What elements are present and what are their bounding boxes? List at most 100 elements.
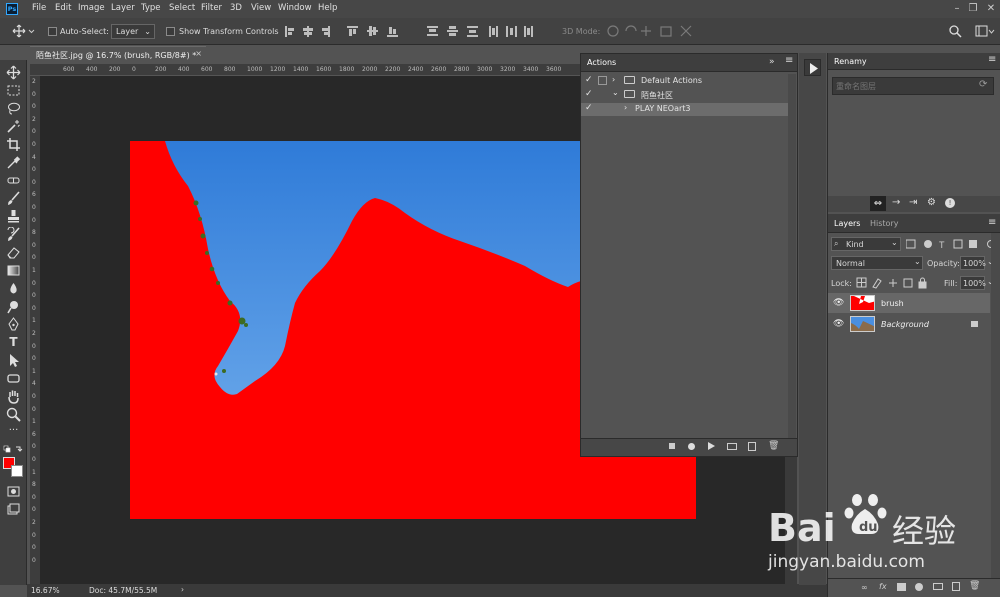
menu-edit[interactable]: Edit bbox=[55, 3, 71, 13]
trash-icon[interactable]: 🗑 bbox=[768, 441, 779, 451]
renamy-search-input[interactable] bbox=[836, 80, 966, 93]
screen-mode-icon[interactable] bbox=[6, 502, 21, 517]
layer-name[interactable]: brush bbox=[881, 299, 904, 308]
chevron-right-icon[interactable]: › bbox=[624, 103, 627, 112]
toggle-check-icon[interactable]: ✓ bbox=[585, 75, 593, 85]
layer-filter-icons[interactable]: T bbox=[906, 238, 996, 250]
menu-image[interactable]: Image bbox=[78, 3, 105, 13]
menu-icon[interactable]: ≡ bbox=[785, 55, 793, 66]
crop-icon[interactable] bbox=[6, 137, 21, 152]
new-layer-icon[interactable] bbox=[952, 582, 960, 591]
close-icon[interactable]: ✕ bbox=[984, 2, 998, 16]
gradient-icon[interactable] bbox=[6, 263, 21, 278]
marquee-icon[interactable] bbox=[6, 83, 21, 98]
eye-icon[interactable]: 👁 bbox=[833, 319, 844, 329]
stamp-icon[interactable] bbox=[6, 209, 21, 224]
refresh-icon[interactable]: ⟳ bbox=[979, 79, 987, 90]
tab-history[interactable]: History bbox=[870, 219, 898, 228]
lock-options[interactable] bbox=[856, 277, 928, 289]
dialog-toggle-icon[interactable] bbox=[598, 76, 607, 85]
lasso-icon[interactable] bbox=[6, 101, 21, 116]
play-icon[interactable] bbox=[708, 442, 715, 450]
swap-default-colors-icon[interactable] bbox=[3, 445, 23, 455]
blur-icon[interactable] bbox=[6, 281, 21, 296]
actions-scrollbar[interactable] bbox=[788, 74, 796, 438]
tab-layers[interactable]: Layers bbox=[834, 219, 860, 228]
renamy-search-field[interactable]: ⟳ bbox=[832, 77, 994, 95]
more-tools-icon[interactable]: ··· bbox=[6, 425, 21, 440]
restore-icon[interactable]: ❐ bbox=[966, 2, 980, 16]
status-menu-arrow[interactable]: › bbox=[181, 585, 184, 594]
shape-icon[interactable] bbox=[6, 371, 21, 386]
move-icon[interactable] bbox=[12, 24, 36, 38]
eraser-icon[interactable] bbox=[6, 245, 21, 260]
adjustment-icon[interactable] bbox=[915, 583, 923, 591]
chevron-right-icon[interactable]: › bbox=[612, 75, 615, 84]
menu-3d[interactable]: 3D bbox=[230, 3, 242, 13]
menu-icon[interactable]: ≡ bbox=[988, 217, 996, 228]
magic-wand-icon[interactable] bbox=[6, 119, 21, 134]
auto-select-dropdown[interactable]: Layer ⌄ bbox=[111, 24, 155, 39]
link-icon[interactable]: ∞ bbox=[861, 583, 868, 592]
action-set-row[interactable]: ✓ › Default Actions bbox=[581, 75, 788, 88]
layer-row[interactable]: 👁 Background bbox=[828, 314, 990, 334]
menu-filter[interactable]: Filter bbox=[201, 3, 222, 13]
ps-logo-icon[interactable]: Ps bbox=[6, 3, 18, 15]
pen-icon[interactable] bbox=[6, 317, 21, 332]
toggle-check-icon[interactable]: ✓ bbox=[585, 103, 593, 113]
layer-filter-dropdown[interactable]: ⌕ Kind ⌄ bbox=[831, 237, 901, 251]
tab-renamy[interactable]: Renamy bbox=[834, 57, 867, 66]
layer-name[interactable]: Background bbox=[881, 320, 929, 329]
rename-icon[interactable]: ⇔ bbox=[870, 196, 886, 211]
zoom-icon[interactable] bbox=[6, 407, 21, 422]
arrow-right-icon[interactable]: → bbox=[892, 197, 900, 208]
action-set-row[interactable]: ✓ ⌄ 陌鱼社区 bbox=[581, 88, 788, 102]
workspace-icon[interactable] bbox=[975, 25, 995, 38]
dodge-icon[interactable] bbox=[6, 299, 21, 314]
record-icon[interactable] bbox=[688, 443, 695, 450]
zoom-level[interactable]: 16.67% bbox=[31, 586, 60, 595]
menu-icon[interactable]: ≡ bbox=[988, 54, 996, 65]
eyedropper-icon[interactable] bbox=[6, 155, 21, 170]
forward-icon[interactable]: ⇥ bbox=[909, 197, 917, 208]
stop-icon[interactable] bbox=[669, 443, 675, 449]
background-color-swatch[interactable] bbox=[11, 465, 23, 477]
collapse-icon[interactable]: » bbox=[769, 57, 775, 67]
search-icon[interactable] bbox=[949, 25, 962, 38]
fx-icon[interactable]: fx bbox=[879, 582, 887, 591]
type-icon[interactable]: T bbox=[6, 335, 21, 350]
fill-field[interactable]: 100% bbox=[960, 276, 986, 290]
menu-window[interactable]: Window bbox=[278, 3, 312, 13]
toggle-check-icon[interactable]: ✓ bbox=[585, 89, 593, 99]
show-transform-checkbox[interactable] bbox=[166, 27, 175, 36]
document-tab[interactable]: 陌鱼社区.jpg @ 16.7% (brush, RGB/8#) * × bbox=[30, 46, 206, 63]
auto-select-checkbox[interactable] bbox=[48, 27, 57, 36]
mask-icon[interactable] bbox=[897, 583, 906, 591]
tab-actions[interactable]: Actions bbox=[587, 58, 616, 67]
heal-icon[interactable] bbox=[6, 173, 21, 188]
gear-icon[interactable]: ⚙ bbox=[927, 197, 936, 208]
play-icon[interactable] bbox=[804, 59, 821, 76]
menu-view[interactable]: View bbox=[251, 3, 271, 13]
action-row[interactable]: ✓ › PLAY NEOart3 bbox=[581, 103, 788, 116]
close-tab-icon[interactable]: × bbox=[195, 49, 202, 58]
trash-icon[interactable]: 🗑 bbox=[969, 581, 980, 591]
chevron-down-icon[interactable]: ⌄ bbox=[612, 88, 619, 97]
quick-mask-icon[interactable] bbox=[6, 484, 21, 499]
eye-icon[interactable]: 👁 bbox=[833, 298, 844, 308]
blend-mode-dropdown[interactable]: Normal ⌄ bbox=[831, 256, 923, 270]
folder-icon[interactable] bbox=[933, 583, 943, 590]
move-tool-icon[interactable] bbox=[6, 65, 21, 80]
info-icon[interactable]: ! bbox=[945, 198, 955, 208]
hand-icon[interactable] bbox=[6, 389, 21, 404]
menu-select[interactable]: Select bbox=[169, 3, 195, 13]
brush-icon[interactable] bbox=[6, 191, 21, 206]
layer-row[interactable]: 👁 brush bbox=[828, 293, 990, 313]
menu-file[interactable]: File bbox=[32, 3, 46, 13]
menu-layer[interactable]: Layer bbox=[111, 3, 135, 13]
folder-icon[interactable] bbox=[727, 443, 737, 450]
layers-scrollbar[interactable] bbox=[991, 233, 1000, 578]
opacity-field[interactable]: 100% bbox=[960, 256, 986, 270]
path-select-icon[interactable] bbox=[6, 353, 21, 368]
minimize-icon[interactable]: – bbox=[950, 2, 964, 16]
